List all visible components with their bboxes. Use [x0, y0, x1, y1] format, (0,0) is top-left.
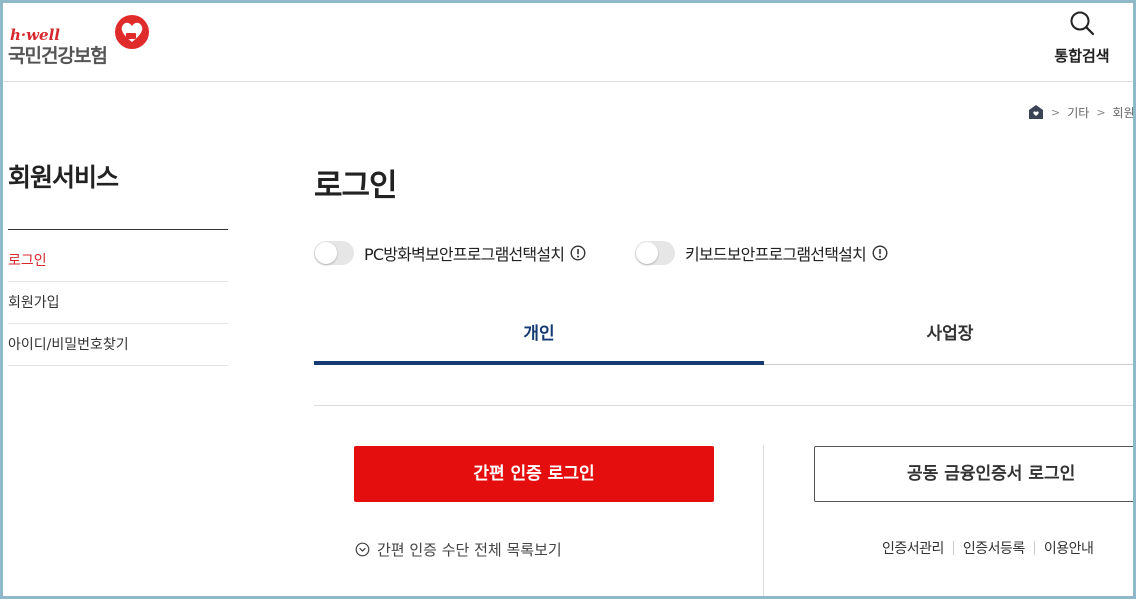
cert-register-link[interactable]: 인증서등록 [963, 538, 1025, 558]
info-icon[interactable] [570, 245, 586, 261]
sidebar-item-signup[interactable]: 회원가입 [8, 282, 228, 324]
sidebar-item-login[interactable]: 로그인 [8, 240, 228, 282]
home-icon[interactable] [1028, 104, 1044, 120]
breadcrumb: > 기타 > 회원 [1028, 102, 1135, 122]
keyboard-toggle-row: 키보드보안프로그램선택설치 [635, 240, 888, 266]
breadcrumb-item-etc[interactable]: 기타 [1067, 104, 1089, 121]
site-logo[interactable]: h·well 국민건강보험 [8, 14, 158, 70]
login-type-tabs: 개인 사업장 [314, 305, 1136, 365]
joint-cert-login-button[interactable]: 공동 금융인증서 로그인 [814, 446, 1136, 502]
link-divider [1033, 541, 1035, 555]
info-icon[interactable] [872, 245, 888, 261]
sidebar-item-find-id-password[interactable]: 아이디/비밀번호찾기 [8, 324, 228, 366]
simple-auth-login-button[interactable]: 간편 인증 로그인 [354, 446, 714, 502]
keyboard-security-toggle[interactable] [635, 241, 675, 265]
heart-logo-icon [115, 15, 149, 49]
cert-manage-link[interactable]: 인증서관리 [882, 538, 944, 558]
breadcrumb-item-member[interactable]: 회원 [1113, 104, 1135, 121]
breadcrumb-separator: > [1051, 105, 1061, 119]
column-divider [763, 445, 764, 599]
toggle-knob [315, 242, 337, 264]
page-title: 로그인 [314, 168, 398, 204]
firewall-toggle-row: PC방화벽보안프로그램선택설치 [314, 240, 586, 266]
sidebar-menu: 로그인 회원가입 아이디/비밀번호찾기 [8, 240, 228, 366]
firewall-toggle[interactable] [314, 241, 354, 265]
logo-name: 국민건강보험 [8, 45, 108, 67]
view-all-auth-methods-link[interactable]: 간편 인증 수단 전체 목록보기 [355, 539, 562, 560]
sidebar-divider [8, 229, 228, 230]
tab-personal[interactable]: 개인 [314, 305, 764, 365]
site-header: h·well 국민건강보험 통합검색 [0, 0, 1136, 82]
link-divider [952, 541, 954, 555]
sidebar-title: 회원서비스 [8, 163, 119, 192]
chevron-down-circle-icon [355, 542, 370, 557]
breadcrumb-separator: > [1096, 105, 1106, 119]
cert-links: 인증서관리 인증서등록 이용안내 [882, 538, 1094, 558]
toggle-knob [636, 242, 658, 264]
keyboard-toggle-label: 키보드보안프로그램선택설치 [685, 245, 867, 264]
search-icon [1070, 11, 1095, 36]
tab-business[interactable]: 사업장 [764, 305, 1136, 365]
search-label: 통합검색 [1054, 47, 1110, 65]
view-all-auth-methods-label: 간편 인증 수단 전체 목록보기 [377, 541, 562, 559]
section-divider [314, 405, 1136, 406]
firewall-toggle-label: PC방화벽보안프로그램선택설치 [364, 245, 565, 264]
usage-guide-link[interactable]: 이용안내 [1044, 538, 1094, 558]
integrated-search-button[interactable]: 통합검색 [1046, 10, 1118, 72]
